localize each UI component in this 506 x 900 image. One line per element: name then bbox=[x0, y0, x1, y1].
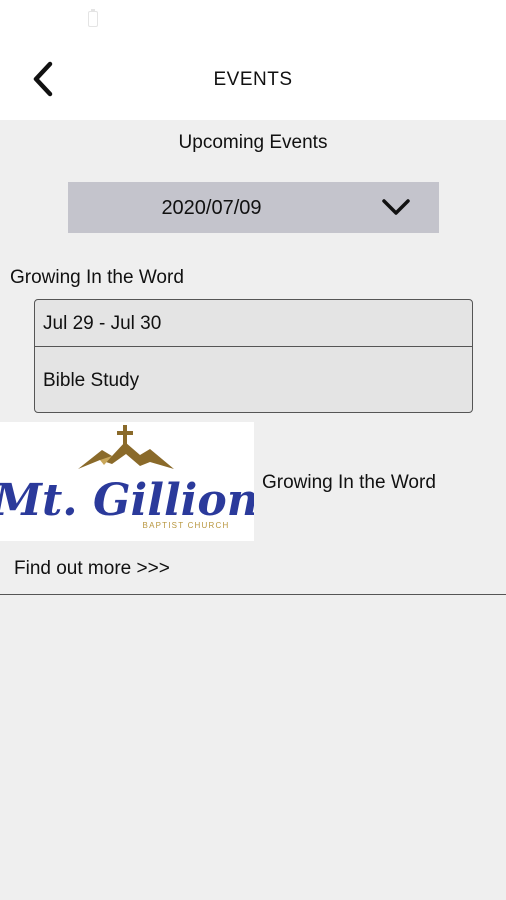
section-title: Upcoming Events bbox=[178, 132, 328, 153]
app-header: EVENTS bbox=[0, 42, 506, 120]
date-select[interactable]: 2020/07/09 bbox=[68, 182, 439, 233]
event-heading: Growing In the Word bbox=[10, 267, 184, 288]
battery-icon bbox=[88, 9, 98, 27]
event-dates: Jul 29 - Jul 30 bbox=[43, 313, 162, 334]
status-bar bbox=[0, 0, 506, 42]
event-card-divider bbox=[35, 346, 472, 347]
church-logo-image: Mt. Gillion BAPTIST CHURCH bbox=[0, 425, 254, 530]
divider bbox=[0, 594, 506, 595]
promo-title: Growing In the Word bbox=[262, 472, 436, 493]
church-logo: Mt. Gillion BAPTIST CHURCH bbox=[0, 422, 254, 541]
find-out-more-link[interactable]: Find out more >>> bbox=[14, 558, 170, 580]
date-select-value: 2020/07/09 bbox=[161, 197, 262, 219]
event-name: Bible Study bbox=[43, 370, 140, 391]
logo-subtitle: BAPTIST CHURCH bbox=[143, 521, 230, 530]
logo-script-text: Mt. Gillion bbox=[0, 475, 254, 526]
chevron-down-icon bbox=[382, 199, 410, 215]
page-title: EVENTS bbox=[213, 69, 293, 90]
event-card[interactable]: Jul 29 - Jul 30 Bible Study bbox=[34, 299, 473, 413]
